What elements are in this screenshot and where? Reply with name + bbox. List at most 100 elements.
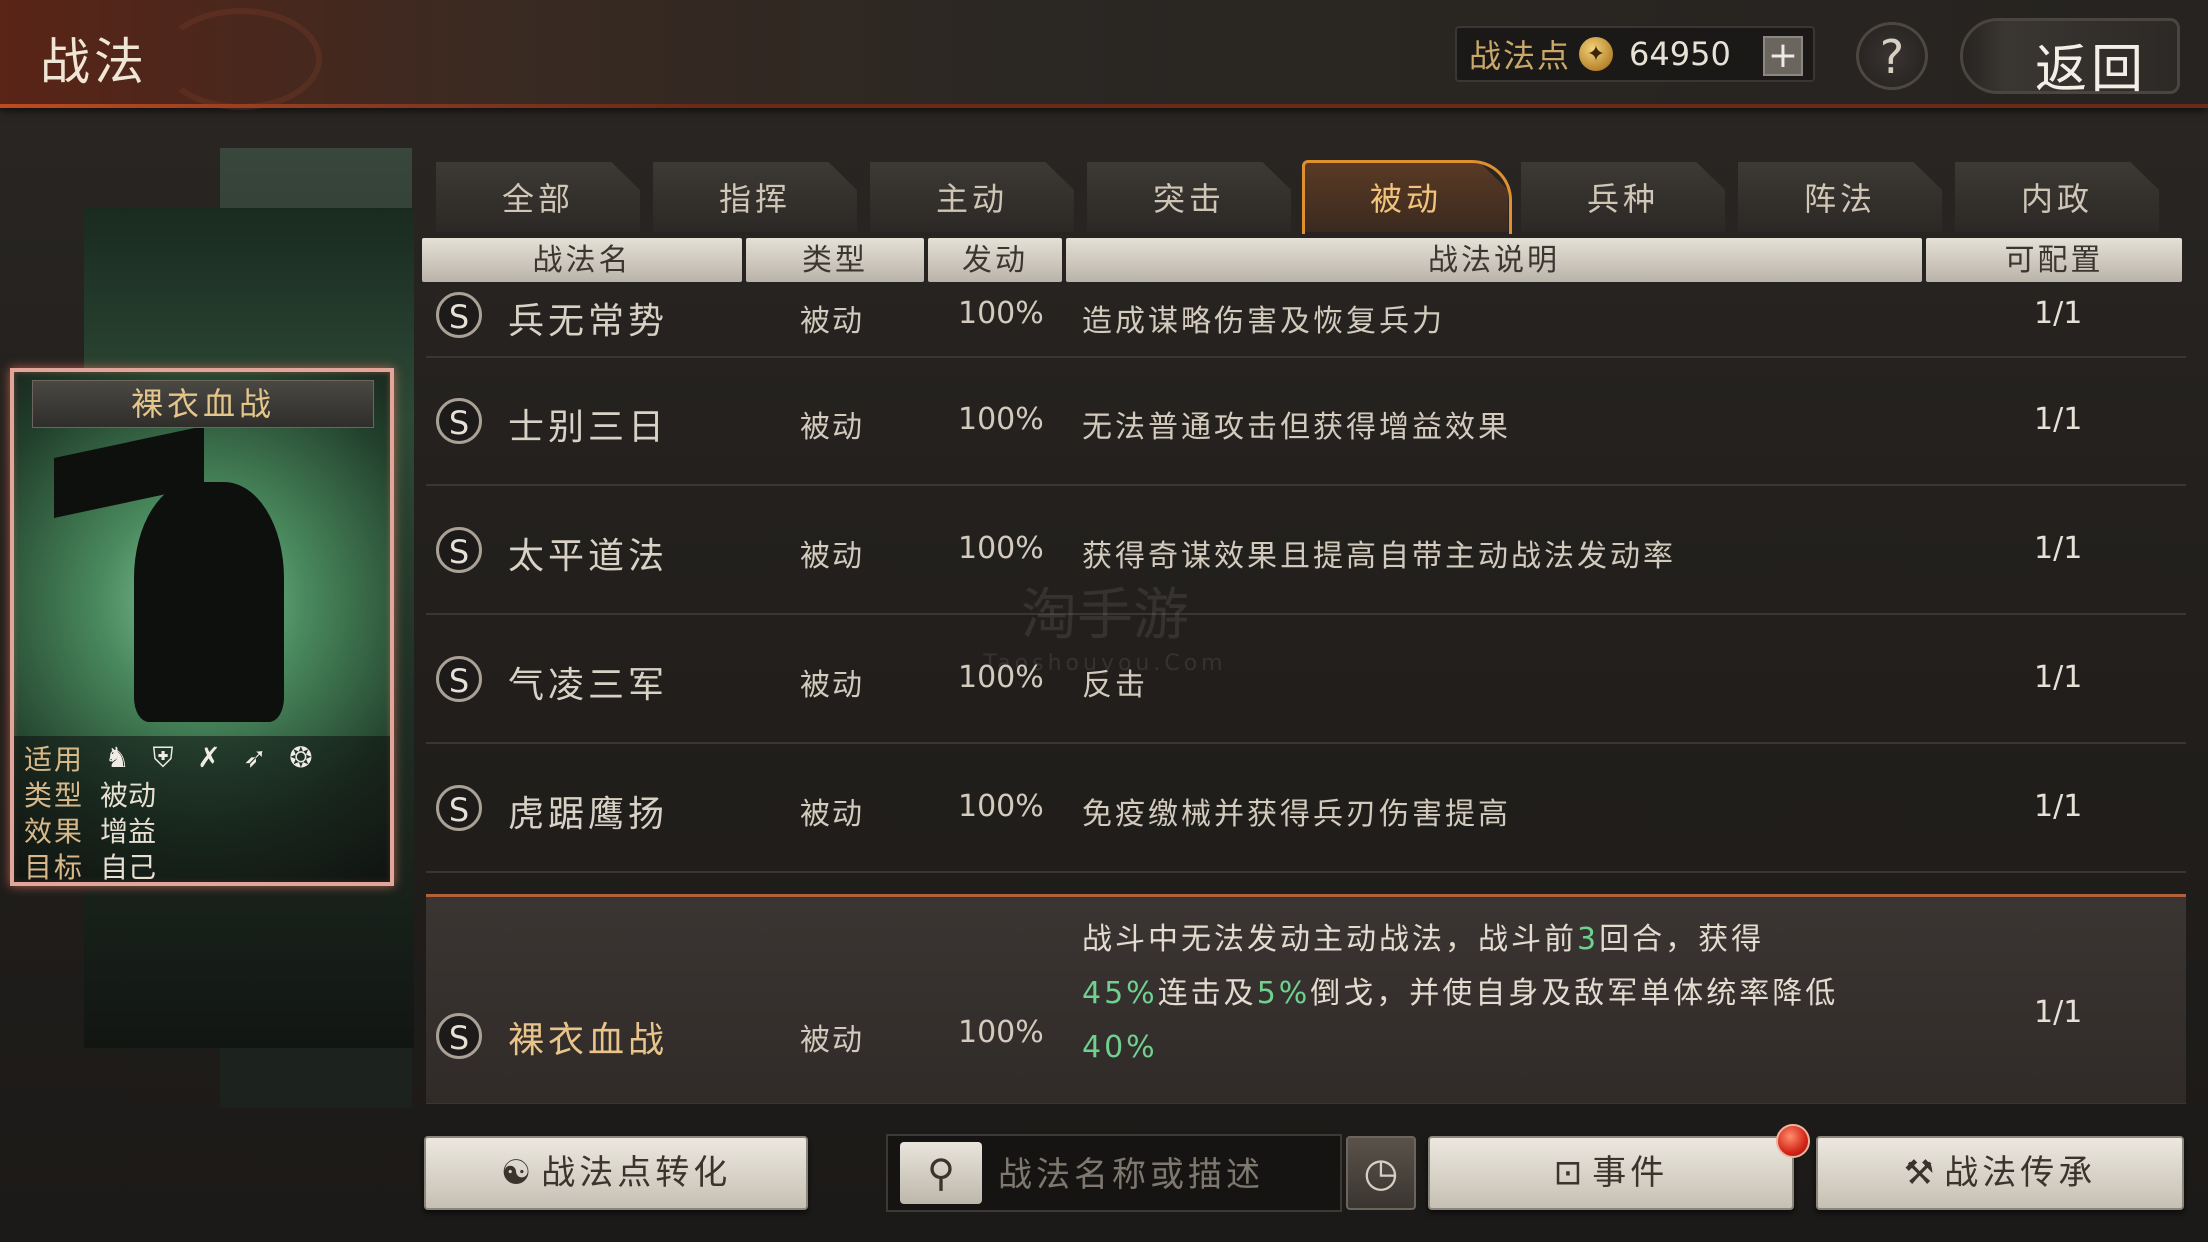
events-label: 事件	[1592, 1153, 1669, 1193]
skill-description: 无法普通攻击但获得增益效果	[1082, 410, 1511, 445]
tab-formation[interactable]: 阵法	[1738, 162, 1942, 232]
skill-name: 裸衣血战	[508, 1020, 669, 1061]
back-button[interactable]: 返回	[1960, 18, 2180, 100]
skill-rate: 100%	[958, 789, 1044, 824]
notification-dot-icon	[1776, 1124, 1810, 1158]
card-target-row: 目标 自己	[24, 848, 157, 884]
card-target-key: 目标	[24, 851, 85, 884]
skill-points-coin-icon: ✦	[1579, 37, 1614, 71]
skill-list[interactable]: S 兵无常势 被动 100% 造成谋略伤害及恢复兵力 1/1 S 士别三日 被动…	[426, 284, 2186, 1104]
search-bar: ⚲	[886, 1134, 1342, 1212]
skill-count: 1/1	[2034, 296, 2083, 331]
cavalry-icon: ♞	[104, 741, 130, 774]
events-alert-icon: ⊡	[1553, 1153, 1587, 1193]
help-button[interactable]: ?	[1856, 22, 1928, 90]
list-item[interactable]: S 士别三日 被动 100% 无法普通攻击但获得增益效果 1/1	[426, 358, 2186, 486]
page-title: 战法	[40, 33, 148, 91]
column-header-type[interactable]: 类型	[746, 238, 924, 282]
card-applicable-key: 适用	[24, 743, 85, 776]
search-input[interactable]	[996, 1146, 1330, 1204]
skill-name: 虎踞鹰扬	[508, 794, 669, 835]
skill-count: 1/1	[2034, 995, 2083, 1030]
card-applicable-row: 适用 ♞ ⛨ ✗ ➶ ❂	[24, 740, 330, 776]
list-item[interactable]: S 兵无常势 被动 100% 造成谋略伤害及恢复兵力 1/1	[426, 284, 2186, 358]
tab-passive[interactable]: 被动	[1304, 162, 1508, 232]
add-points-button[interactable]: +	[1763, 36, 1803, 76]
list-item[interactable]: S 气凌三军 被动 100% 反击 1/1	[426, 616, 2186, 744]
skill-name: 气凌三军	[508, 665, 669, 706]
selected-skill-card[interactable]: 裸衣血战 适用 ♞ ⛨ ✗ ➶ ❂ 类型 被动 效果 增益 目标 自己	[10, 368, 394, 886]
card-target-value: 自己	[100, 851, 157, 884]
grade-s-icon: S	[436, 656, 482, 702]
skill-points-label: 战法点	[1469, 37, 1572, 75]
history-clock-icon[interactable]: ◷	[1346, 1136, 1416, 1210]
skill-type: 被动	[800, 797, 864, 832]
list-item[interactable]: S 太平道法 被动 100% 获得奇谋效果且提高自带主动战法发动率 1/1	[426, 487, 2186, 615]
convert-points-button[interactable]: ☯ 战法点转化	[424, 1136, 808, 1210]
skill-points-panel: 战法点 ✦ 64950 +	[1455, 26, 1815, 82]
column-header-count[interactable]: 可配置	[1926, 238, 2182, 282]
card-stats-panel: 适用 ♞ ⛨ ✗ ➶ ❂ 类型 被动 效果 增益 目标 自己	[14, 736, 390, 882]
column-header-description: 战法说明	[1066, 238, 1922, 282]
skill-name: 士别三日	[508, 407, 669, 448]
tab-active[interactable]: 主动	[870, 162, 1074, 232]
skill-count: 1/1	[2034, 789, 2083, 824]
grade-s-icon: S	[436, 785, 482, 831]
skill-description: 获得奇谋效果且提高自带主动战法发动率	[1082, 539, 1676, 574]
grade-s-icon: S	[436, 292, 482, 338]
skill-name: 兵无常势	[508, 301, 669, 342]
spear-icon: ➶	[243, 741, 267, 774]
tab-all[interactable]: 全部	[436, 162, 640, 232]
skill-rate: 100%	[958, 531, 1044, 566]
tab-command[interactable]: 指挥	[653, 162, 857, 232]
back-button-label: 返回	[2034, 40, 2147, 100]
skill-points-value: 64950	[1629, 35, 1731, 73]
grade-s-icon: S	[436, 527, 482, 573]
skill-type: 被动	[800, 410, 864, 445]
skill-description: 免疫缴械并获得兵刃伤害提高	[1082, 797, 1511, 832]
convert-icon: ☯	[500, 1153, 536, 1193]
skill-type: 被动	[800, 1023, 864, 1058]
card-effect-key: 效果	[24, 815, 85, 848]
card-type-value: 被动	[100, 779, 157, 812]
tab-internal[interactable]: 内政	[1955, 162, 2159, 232]
column-header-rate[interactable]: 发动	[928, 238, 1062, 282]
description-line-2: 45%连击及5%倒戈，并使自身及敌军单体统率降低	[1082, 976, 1839, 1011]
watermark: 淘手游 Taoshouyou.Com	[983, 583, 1227, 676]
selected-list-item[interactable]: S 裸衣血战 被动 100% 战斗中无法发动主动战法，战斗前3回合，获得 45%…	[426, 894, 2186, 1104]
card-effect-value: 增益	[100, 815, 157, 848]
siege-icon: ❂	[289, 741, 313, 774]
skill-name: 太平道法	[508, 536, 669, 577]
card-type-key: 类型	[24, 779, 85, 812]
list-item[interactable]: S 虎踞鹰扬 被动 100% 免疫缴械并获得兵刃伤害提高 1/1	[426, 745, 2186, 873]
card-type-row: 类型 被动	[24, 776, 156, 812]
skill-type: 被动	[800, 304, 864, 339]
skill-count: 1/1	[2034, 531, 2083, 566]
column-header-name[interactable]: 战法名	[422, 238, 742, 282]
skill-rate: 100%	[958, 296, 1044, 331]
tab-troop[interactable]: 兵种	[1521, 162, 1725, 232]
shield-icon: ⛨	[152, 741, 174, 774]
inherit-skill-label: 战法传承	[1944, 1153, 2097, 1193]
description-line-1: 战斗中无法发动主动战法，战斗前3回合，获得	[1082, 922, 1765, 957]
skill-rate: 100%	[958, 1015, 1044, 1050]
skill-rate: 100%	[958, 402, 1044, 437]
card-skill-name: 裸衣血战	[32, 380, 374, 428]
bow-icon: ✗	[197, 741, 221, 774]
skill-description: 战斗中无法发动主动战法，战斗前3回合，获得 45%连击及5%倒戈，并使自身及敌军…	[1082, 913, 1942, 1075]
search-icon[interactable]: ⚲	[900, 1142, 982, 1204]
skill-count: 1/1	[2034, 660, 2083, 695]
convert-points-label: 战法点转化	[541, 1153, 732, 1193]
skill-type: 被动	[800, 539, 864, 574]
card-warrior-art	[134, 482, 284, 722]
skill-description: 造成谋略伤害及恢复兵力	[1082, 304, 1445, 339]
events-button[interactable]: ⊡ 事件	[1428, 1136, 1794, 1210]
grade-s-icon: S	[436, 398, 482, 444]
grade-s-icon: S	[436, 1013, 482, 1059]
inherit-skill-button[interactable]: ⚒ 战法传承	[1816, 1136, 2184, 1210]
skill-type: 被动	[800, 668, 864, 703]
tab-assault[interactable]: 突击	[1087, 162, 1291, 232]
title-swirl-ornament	[160, 8, 322, 110]
hammer-icon: ⚒	[1903, 1153, 1939, 1193]
card-effect-row: 效果 增益	[24, 812, 156, 848]
